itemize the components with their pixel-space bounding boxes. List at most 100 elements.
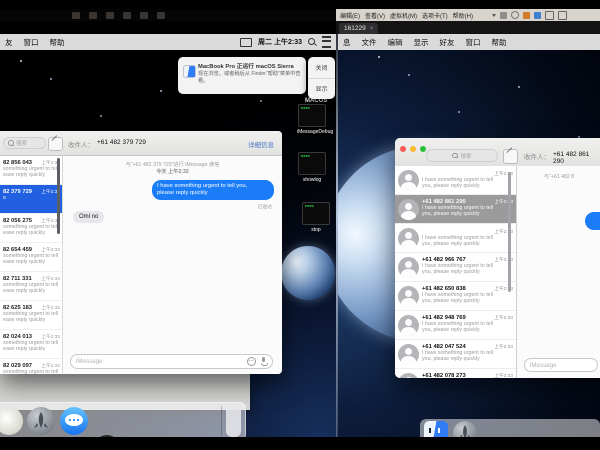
conversation-list-item[interactable]: 82 029 097上午2:32 something urgent to tel… bbox=[0, 359, 62, 374]
conversation-list-item[interactable]: 82 711 331上午2:32 something urgent to tel… bbox=[0, 272, 62, 301]
conversation-list-item[interactable]: 82 625 183上午2:32 something urgent to tel… bbox=[0, 301, 62, 330]
microphone-icon[interactable] bbox=[260, 357, 267, 366]
vm-host-menu-item[interactable]: 虚拟机(M) bbox=[390, 11, 417, 20]
menu-item[interactable]: 编辑 bbox=[388, 37, 403, 48]
message-input[interactable]: iMessage bbox=[524, 358, 598, 372]
conversation-list-item[interactable]: 82 379 729上午2:32 o bbox=[0, 185, 62, 214]
conversation-list-item[interactable]: 82 654 459上午2:32 something urgent to tel… bbox=[0, 243, 62, 272]
conversation-preview: o bbox=[3, 195, 60, 201]
notification-center-icon[interactable] bbox=[322, 36, 331, 48]
search-icon bbox=[452, 153, 458, 159]
messages-app-icon[interactable] bbox=[60, 407, 88, 435]
spotlight-search-icon[interactable] bbox=[308, 38, 316, 46]
trash-icon[interactable] bbox=[226, 408, 241, 437]
minimize-icon[interactable] bbox=[410, 146, 416, 152]
menu-item[interactable]: 帮助 bbox=[50, 37, 65, 48]
menu-item[interactable]: 友 bbox=[5, 37, 13, 48]
close-icon[interactable] bbox=[400, 146, 406, 152]
menu-item[interactable]: 帮助 bbox=[492, 37, 507, 48]
avatar bbox=[398, 286, 419, 307]
conversation-preview: something urgent to tell bbox=[3, 166, 60, 172]
conversation-list-item[interactable]: 82 024 013上午2:32 something urgent to tel… bbox=[0, 330, 62, 359]
conversation-number: 82 856 043 bbox=[3, 160, 32, 166]
conversation-preview: something urgent to tell bbox=[3, 253, 60, 259]
conversation-list-item[interactable]: +61 482 948 769上午2:33 I have something u… bbox=[395, 311, 516, 340]
menubar-clock[interactable]: 周二 上午2:33 bbox=[258, 37, 302, 47]
desktop-icon-showlog[interactable]: exec showlog bbox=[297, 152, 327, 183]
vm-host-menu-item[interactable]: 查看(V) bbox=[365, 11, 385, 20]
right-menu-items: 息文件编辑显示好友窗口帮助 bbox=[338, 37, 507, 48]
conversation-list: 上午2:33 I have something urgent to tell y… bbox=[395, 166, 517, 378]
launchpad-icon[interactable] bbox=[27, 407, 55, 435]
conversation-preview: something urgent to tell bbox=[3, 224, 60, 230]
conversation-list-item[interactable]: +61 482 047 524上午2:33 I have something u… bbox=[395, 340, 516, 369]
menu-item[interactable]: 窗口 bbox=[466, 37, 481, 48]
vm-settings-icon[interactable] bbox=[534, 12, 541, 19]
notification-show-button[interactable]: 显示 bbox=[308, 79, 335, 100]
conversation-time: 上午2:32 bbox=[41, 246, 60, 253]
avatar bbox=[398, 228, 419, 249]
menu-item[interactable]: 息 bbox=[343, 37, 351, 48]
notification-banner[interactable]: MacBook Pro 正运行 macOS Sierra 现在浏览，或者稍后从 … bbox=[178, 57, 306, 94]
desktop-icon-imessagedebug[interactable]: exec iMessageDebug bbox=[297, 104, 327, 135]
dock-app-icon[interactable] bbox=[0, 407, 23, 435]
conversation-list-item[interactable]: 上午2:33 I have something urgent to tell y… bbox=[395, 224, 516, 253]
vm-console-icon[interactable] bbox=[558, 11, 567, 20]
menu-item[interactable]: 显示 bbox=[414, 37, 429, 48]
outgoing-message-bubble: I have something urgent to tell you, ple… bbox=[152, 180, 274, 200]
vm-snapshot-icon[interactable] bbox=[523, 12, 530, 19]
vm-pause-icon[interactable] bbox=[481, 12, 488, 19]
message-input[interactable]: iMessage bbox=[70, 354, 273, 369]
session-header: 与“+61 482 379 729”进行 iMessage 通信 今天 上午2:… bbox=[63, 162, 282, 176]
vm-tab-label: 161229 bbox=[344, 25, 366, 32]
conversation-list-item[interactable]: +61 482 861 290上午2:33 I have something u… bbox=[395, 195, 516, 224]
chevron-down-icon[interactable] bbox=[492, 14, 496, 17]
menu-item[interactable]: 窗口 bbox=[24, 37, 39, 48]
avatar bbox=[398, 257, 419, 278]
vm-host-menu-item[interactable]: 帮助(H) bbox=[453, 11, 473, 20]
vm-clock-icon[interactable] bbox=[511, 11, 519, 19]
conversation-list-item[interactable]: 82 056 275上午2:32 something urgent to tel… bbox=[0, 214, 62, 243]
window-divider-line bbox=[336, 34, 338, 437]
details-link[interactable]: 详细信息 bbox=[248, 139, 274, 149]
vm-host-menu-item[interactable]: 选项卡(T) bbox=[422, 11, 448, 20]
notification-close-button[interactable]: 关闭 bbox=[308, 57, 335, 79]
vm-tab-close-icon[interactable]: × bbox=[370, 26, 374, 32]
notification-body: 现在浏览，或者稍后从 Finder“帮助”菜单中查看。 bbox=[198, 71, 302, 84]
conversation-list-item[interactable]: 上午2:33 I have something urgent to tell y… bbox=[395, 166, 516, 195]
conversation-preview: ease reply quickly bbox=[3, 259, 60, 265]
sidebar-scrollbar[interactable] bbox=[508, 172, 511, 292]
conversation-preview: you, please reply quickly bbox=[422, 327, 513, 333]
menu-item[interactable]: 文件 bbox=[362, 37, 377, 48]
conversation-list-item[interactable]: +61 482 966 767上午2:33 I have something u… bbox=[395, 253, 516, 282]
vm-host-menus: 编辑(E) 查看(V) 虚拟机(M) 选项卡(T) 帮助(H) bbox=[336, 11, 477, 20]
chat-pane: 与“+61 482 8 iMessage bbox=[517, 166, 600, 378]
conversation-preview: you, please reply quickly bbox=[422, 356, 513, 362]
stars bbox=[20, 60, 22, 62]
conversation-number: 82 379 729 bbox=[3, 189, 32, 195]
conversation-preview: you, please reply quickly bbox=[422, 183, 513, 189]
zoom-icon[interactable] bbox=[420, 146, 426, 152]
right-macos-menubar: 息文件编辑显示好友窗口帮助 bbox=[338, 34, 600, 51]
vm-tool-icon[interactable] bbox=[500, 12, 507, 19]
compose-button[interactable] bbox=[48, 137, 63, 151]
conversation-list-item[interactable]: +61 482 078 273上午2:33 I have something u… bbox=[395, 369, 516, 378]
emoji-icon[interactable] bbox=[247, 357, 256, 366]
desktop-icon-stop[interactable]: exec stop bbox=[301, 202, 331, 233]
vm-fullscreen-icon[interactable] bbox=[545, 11, 554, 20]
sidebar-scrollbar[interactable] bbox=[57, 158, 60, 234]
vm-tab[interactable]: 161229 × bbox=[339, 23, 378, 34]
conversation-list-item[interactable]: 82 856 043上午2:32 something urgent to tel… bbox=[0, 156, 62, 185]
vm-host-menu-item[interactable]: 编辑(E) bbox=[340, 11, 360, 20]
search-input[interactable]: 搜索 bbox=[426, 149, 498, 162]
conversation-list-item[interactable]: +61 482 650 838上午2:33 I have something u… bbox=[395, 282, 516, 311]
window-toolbar: 搜索 收件人： +61 482 861 290 bbox=[395, 138, 600, 167]
menu-item[interactable]: 好友 bbox=[440, 37, 455, 48]
conversation-number: 82 625 183 bbox=[3, 305, 32, 311]
vm-status-icon[interactable] bbox=[240, 38, 252, 47]
conversation-preview: you, please reply quickly bbox=[422, 241, 513, 247]
search-input[interactable]: 搜索 bbox=[3, 137, 46, 149]
dock-divider bbox=[221, 406, 222, 436]
avatar bbox=[398, 373, 419, 378]
compose-button[interactable] bbox=[503, 149, 518, 164]
